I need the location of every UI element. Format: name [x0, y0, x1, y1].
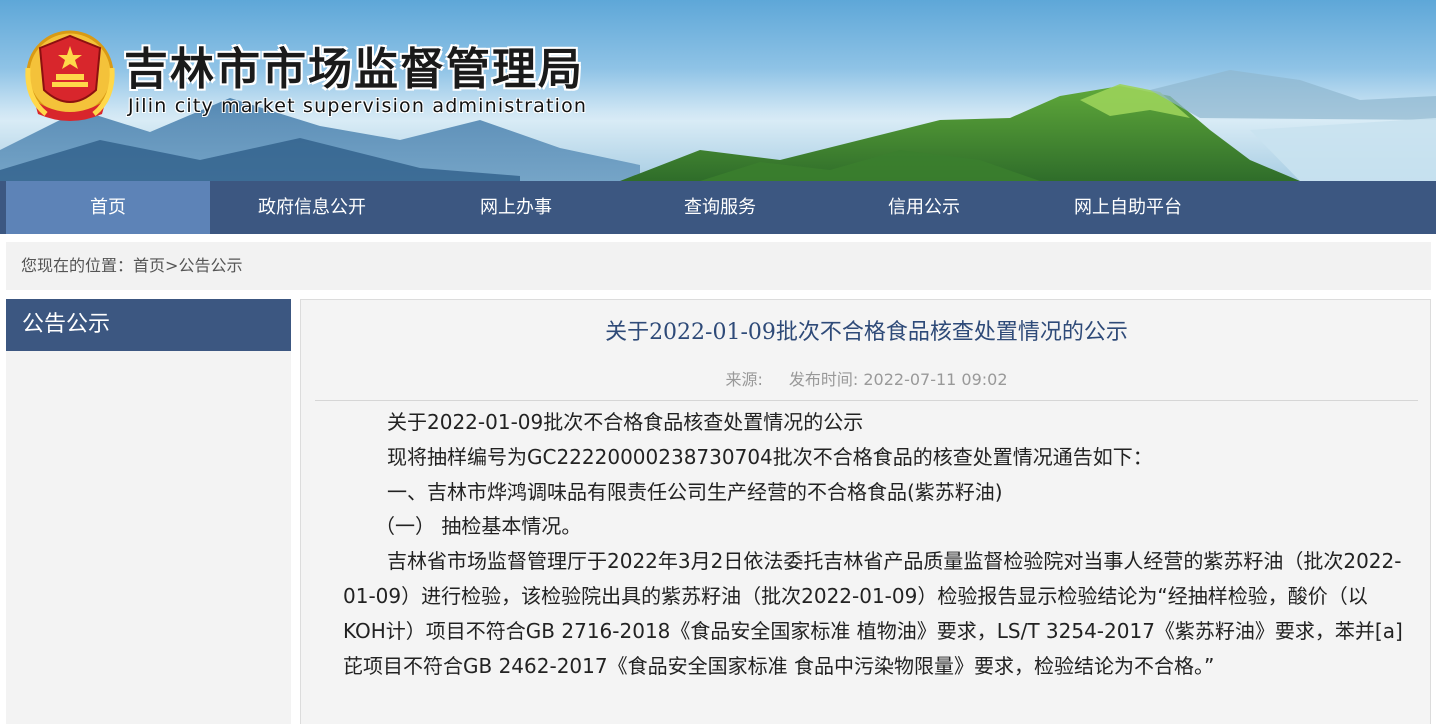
site-banner: 吉林市市场监督管理局 Jilin city market supervision… — [0, 0, 1436, 181]
nav-item-query-services[interactable]: 查询服务 — [618, 181, 822, 234]
site-subtitle: Jilin city market supervision administra… — [128, 95, 588, 117]
nav-item-home[interactable]: 首页 — [6, 181, 210, 234]
article-paragraph: 一、吉林市烨鸿调味品有限责任公司生产经营的不合格食品(紫苏籽油) — [387, 479, 1003, 504]
article-divider — [315, 400, 1418, 401]
publish-time: 2022-07-11 09:02 — [863, 370, 1008, 389]
source-label: 来源: — [725, 370, 763, 389]
breadcrumb-home-link[interactable]: 首页 — [133, 256, 165, 275]
article-meta: 来源: 发布时间: 2022-07-11 09:02 — [301, 366, 1430, 390]
nav-item-gov-info[interactable]: 政府信息公开 — [210, 181, 414, 234]
main-nav: 首页 政府信息公开 网上办事 查询服务 信用公示 网上自助平台 — [0, 181, 1436, 234]
sidebar: 公告公示 — [6, 299, 291, 724]
article-title: 关于2022-01-09批次不合格食品核查处置情况的公示 — [605, 320, 1128, 345]
publish-time-label: 发布时间: — [788, 370, 859, 389]
breadcrumb-separator: > — [165, 256, 179, 275]
article-panel: 关于2022-01-09批次不合格食品核查处置情况的公示 来源: 发布时间: 20… — [300, 299, 1431, 724]
article-paragraph: 吉林省市场监督管理厅于2022年3月2日依法委托吉林省产品质量监督检验院对当事人… — [343, 549, 1403, 678]
breadcrumb-current-link[interactable]: 公告公示 — [178, 256, 242, 275]
article-body: 关于2022-01-09批次不合格食品核查处置情况的公示 现将抽样编号为GC22… — [343, 405, 1403, 683]
article-paragraph: 关于2022-01-09批次不合格食品核查处置情况的公示 — [387, 410, 864, 434]
sidebar-title[interactable]: 公告公示 — [6, 299, 291, 351]
breadcrumb-prefix: 您现在的位置： — [21, 256, 134, 275]
nav-item-self-service[interactable]: 网上自助平台 — [1026, 181, 1230, 234]
nav-item-online-services[interactable]: 网上办事 — [414, 181, 618, 234]
article-paragraph: 现将抽样编号为GC22220000238730704批次不合格食品的核查处置情况… — [387, 444, 1153, 469]
site-title: 吉林市市场监督管理局 — [124, 44, 584, 95]
nav-item-credit-publicity[interactable]: 信用公示 — [822, 181, 1026, 234]
article-paragraph: （一） 抽检基本情况。 — [375, 514, 582, 539]
national-emblem-logo — [25, 30, 115, 121]
breadcrumb: 您现在的位置：首页>公告公示 — [6, 242, 1431, 290]
